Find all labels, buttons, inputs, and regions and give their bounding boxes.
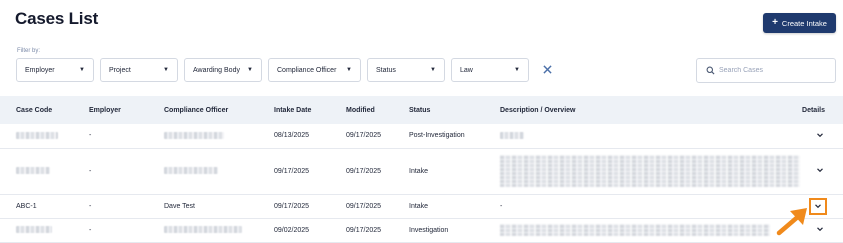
cell-intake-date: 08/13/2025 (274, 124, 346, 149)
header-modified[interactable]: Modified (346, 96, 409, 124)
cell-description: - (500, 194, 800, 219)
cell-employer: - (89, 148, 164, 195)
cell-details (800, 124, 843, 149)
filter-project[interactable]: Project ▼ (100, 58, 178, 82)
filter-awarding-body-label: Awarding Body (193, 66, 240, 74)
cell-modified: 09/17/2025 (346, 124, 409, 149)
redacted-text (16, 167, 50, 175)
create-intake-label: Create Intake (781, 18, 827, 28)
cell-description (500, 124, 800, 149)
filter-employer-label: Employer (25, 66, 55, 74)
redacted-text (500, 224, 770, 236)
filter-law[interactable]: Law ▼ (451, 58, 529, 82)
cell-modified: 09/17/2025 (346, 218, 409, 243)
header-details: Details (802, 106, 825, 114)
cell-intake-date: 09/17/2025 (274, 148, 346, 195)
cell-status: Intake (409, 148, 500, 195)
redacted-text (164, 226, 242, 234)
redacted-text (16, 226, 52, 234)
filter-label: Filter by: (17, 48, 41, 54)
redacted-text (164, 167, 218, 175)
redacted-text (16, 132, 58, 140)
table-row[interactable]: - 09/17/2025 09/17/2025 Intake (0, 148, 843, 195)
chevron-down-icon[interactable] (815, 165, 825, 175)
cell-details (800, 148, 843, 195)
create-intake-button[interactable]: + Create Intake (763, 13, 836, 33)
cell-description (500, 218, 800, 243)
cell-status: Intake (409, 194, 500, 219)
cell-employer: - (89, 218, 164, 243)
cell-case-code (0, 148, 89, 195)
search-box[interactable] (696, 58, 836, 83)
cell-officer (164, 124, 274, 149)
cell-case-code (0, 218, 89, 243)
filter-compliance-officer[interactable]: Compliance Officer ▼ (268, 58, 361, 82)
cell-officer: Dave Test (164, 194, 274, 219)
chevron-down-icon[interactable] (815, 130, 825, 140)
cell-modified: 09/17/2025 (346, 194, 409, 219)
caret-down-icon: ▼ (430, 67, 436, 73)
caret-down-icon: ▼ (346, 67, 352, 73)
header-employer[interactable]: Employer (89, 96, 164, 124)
caret-down-icon: ▼ (514, 67, 520, 73)
chevron-down-icon (813, 198, 823, 216)
filter-employer[interactable]: Employer ▼ (16, 58, 94, 82)
clear-filters-icon[interactable] (540, 62, 554, 76)
plus-icon: + (772, 17, 778, 28)
caret-down-icon: ▼ (79, 67, 85, 73)
page-title: Cases List (15, 9, 99, 28)
cell-employer: - (89, 194, 164, 219)
highlighted-expand-button[interactable] (809, 198, 827, 215)
cell-intake-date: 09/17/2025 (274, 194, 346, 219)
table-row[interactable]: - 09/02/2025 09/17/2025 Investigation (0, 218, 843, 243)
filter-awarding-body[interactable]: Awarding Body ▼ (184, 58, 262, 82)
redacted-text (500, 132, 524, 140)
search-icon (706, 62, 715, 80)
chevron-down-icon[interactable] (815, 224, 825, 234)
cell-officer (164, 148, 274, 195)
header-compliance-officer[interactable]: Compliance Officer (164, 96, 274, 124)
cell-officer (164, 218, 274, 243)
cell-employer: - (89, 124, 164, 149)
filter-status-label: Status (376, 66, 396, 74)
caret-down-icon: ▼ (163, 67, 169, 73)
filter-project-label: Project (109, 66, 131, 74)
cases-table: Case Code Employer Compliance Officer In… (0, 96, 843, 243)
cell-status: Post-Investigation (409, 124, 500, 149)
redacted-text (164, 132, 224, 140)
table-header-row: Case Code Employer Compliance Officer In… (0, 96, 843, 124)
cell-case-code (0, 124, 89, 149)
table-row[interactable]: ABC-1 - Dave Test 09/17/2025 09/17/2025 … (0, 194, 843, 219)
header-status[interactable]: Status (409, 96, 500, 124)
pointer-arrow-icon (776, 208, 807, 236)
filter-compliance-officer-label: Compliance Officer (277, 66, 337, 74)
cell-intake-date: 09/02/2025 (274, 218, 346, 243)
cell-case-code: ABC-1 (0, 194, 89, 219)
redacted-text (500, 155, 800, 187)
table-row[interactable]: - 08/13/2025 09/17/2025 Post-Investigati… (0, 124, 843, 149)
header-intake-date[interactable]: Intake Date (274, 96, 346, 124)
caret-down-icon: ▼ (247, 67, 253, 73)
filter-law-label: Law (460, 66, 473, 74)
header-description: Description / Overview (500, 106, 576, 114)
filter-status[interactable]: Status ▼ (367, 58, 445, 82)
cell-modified: 09/17/2025 (346, 148, 409, 195)
search-input[interactable] (719, 67, 829, 74)
cell-description (500, 148, 800, 195)
header-case-code[interactable]: Case Code (0, 96, 89, 124)
cell-status: Investigation (409, 218, 500, 243)
